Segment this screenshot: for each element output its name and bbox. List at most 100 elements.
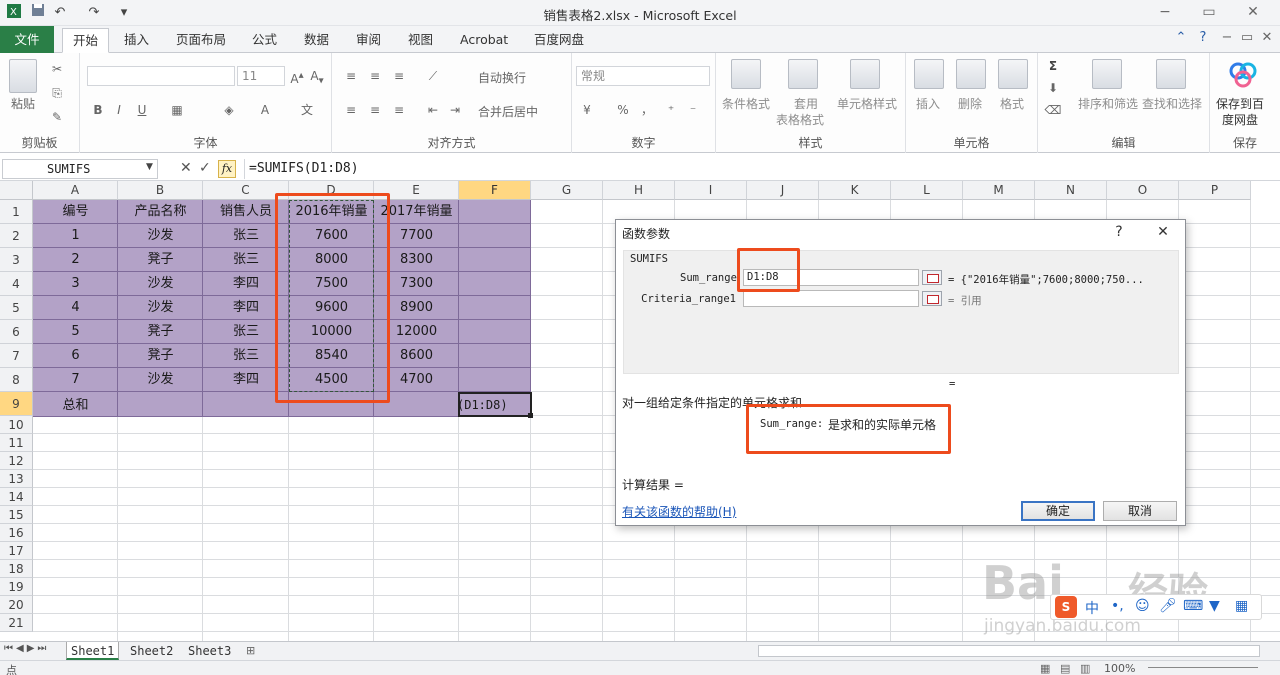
column-header-H[interactable]: H <box>603 181 675 200</box>
row-header-11[interactable]: 11 <box>0 434 33 452</box>
sheet-tab-2[interactable]: Sheet2 <box>126 642 177 660</box>
wrap-text-button[interactable]: 自动换行 <box>478 69 526 86</box>
baidu-pan-icon[interactable] <box>1228 59 1258 92</box>
column-header-I[interactable]: I <box>675 181 747 200</box>
row-header-16[interactable]: 16 <box>0 524 33 542</box>
align-right-icon[interactable]: ≡ <box>390 101 408 119</box>
data-cell[interactable]: 凳子 <box>118 320 203 344</box>
formula-input[interactable]: =SUMIFS(D1:D8) <box>244 159 1274 179</box>
border-icon[interactable]: ▦ <box>168 101 186 119</box>
enter-button[interactable]: ✓ <box>199 160 211 176</box>
comma-button[interactable]: ， <box>638 101 656 119</box>
row-header-7[interactable]: 7 <box>0 344 33 368</box>
format-painter-icon[interactable]: ✎ <box>48 108 66 126</box>
decrease-indent-icon[interactable]: ⇤ <box>424 101 442 119</box>
fill-icon[interactable]: ⬇ <box>1044 79 1062 97</box>
column-header-B[interactable]: B <box>118 181 203 200</box>
column-header-O[interactable]: O <box>1107 181 1179 200</box>
paste-label[interactable]: 粘贴 <box>11 95 35 112</box>
total-label-cell[interactable]: 总和 <box>33 395 118 416</box>
sheet-tab-3[interactable]: Sheet3 <box>184 642 235 660</box>
shrink-font-icon[interactable]: A▾ <box>308 67 326 86</box>
criteria-range-input[interactable] <box>743 290 919 307</box>
tab-home[interactable]: 开始 <box>62 28 110 53</box>
find-select-icon[interactable] <box>1156 59 1186 89</box>
data-cell[interactable]: 1 <box>33 224 118 248</box>
emoji-icon[interactable]: ☺ <box>1135 598 1150 614</box>
insert-cells-label[interactable]: 插入 <box>916 95 940 112</box>
data-cell[interactable]: 4 <box>33 296 118 320</box>
percent-button[interactable]: % <box>614 101 632 119</box>
punct-icon[interactable]: •, <box>1111 598 1124 614</box>
column-header-F[interactable]: F <box>459 181 531 200</box>
font-name-combo[interactable] <box>87 66 235 86</box>
header-cell[interactable]: 编号 <box>33 200 118 224</box>
tab-baidu-pan[interactable]: 百度网盘 <box>524 28 594 53</box>
name-box[interactable]: SUMIFS <box>2 159 158 179</box>
tab-review[interactable]: 审阅 <box>346 28 391 53</box>
cut-icon[interactable]: ✂ <box>48 60 66 78</box>
row-header-12[interactable]: 12 <box>0 452 33 470</box>
row-header-18[interactable]: 18 <box>0 560 33 578</box>
close-button[interactable]: ✕ <box>1240 2 1266 22</box>
bold-button[interactable]: B <box>89 101 107 119</box>
header-cell[interactable]: 产品名称 <box>118 200 203 224</box>
insert-function-button[interactable]: fx <box>218 160 236 178</box>
decrease-decimal-icon[interactable]: ⁻ <box>684 101 702 119</box>
cell-styles-icon[interactable] <box>850 59 880 89</box>
data-cell[interactable]: 5 <box>33 320 118 344</box>
zoom-level[interactable]: 100% <box>1104 662 1135 675</box>
ime-mode[interactable]: 中 <box>1085 598 1099 618</box>
help-icon[interactable]: ? <box>1194 30 1212 45</box>
data-cell[interactable]: 沙发 <box>118 224 203 248</box>
tab-formulas[interactable]: 公式 <box>242 28 287 53</box>
name-box-dropdown-icon[interactable]: ▼ <box>146 162 153 172</box>
format-as-table-icon[interactable] <box>788 59 818 89</box>
row-header-17[interactable]: 17 <box>0 542 33 560</box>
ok-button[interactable]: 确定 <box>1021 501 1095 521</box>
row-header-15[interactable]: 15 <box>0 506 33 524</box>
voice-icon[interactable]: 🎤︎ <box>1159 598 1177 614</box>
insert-sheet-icon[interactable]: ⊞ <box>246 644 255 657</box>
maximize-button[interactable]: ▭ <box>1196 2 1222 22</box>
data-cell[interactable]: 沙发 <box>118 296 203 320</box>
insert-cells-icon[interactable] <box>914 59 944 89</box>
column-header-K[interactable]: K <box>819 181 891 200</box>
tab-file[interactable]: 文件 <box>0 26 54 53</box>
data-cell[interactable]: 2 <box>33 248 118 272</box>
fill-handle[interactable] <box>528 413 533 418</box>
view-page-break-icon[interactable]: ▥ <box>1080 662 1090 675</box>
align-top-icon[interactable]: ≡ <box>342 67 360 85</box>
format-as-table-label1[interactable]: 套用 <box>794 95 818 112</box>
function-help-link[interactable]: 有关该函数的帮助(H) <box>622 503 736 520</box>
align-middle-icon[interactable]: ≡ <box>366 67 384 85</box>
tab-view[interactable]: 视图 <box>398 28 443 53</box>
delete-cells-icon[interactable] <box>956 59 986 89</box>
view-page-layout-icon[interactable]: ▤ <box>1060 662 1070 675</box>
row-header-14[interactable]: 14 <box>0 488 33 506</box>
underline-button[interactable]: U <box>133 101 151 119</box>
data-cell[interactable]: 7 <box>33 368 118 392</box>
tab-acrobat[interactable]: Acrobat <box>450 28 518 53</box>
format-cells-label[interactable]: 格式 <box>1000 95 1024 112</box>
row-header-2[interactable]: 2 <box>0 224 33 248</box>
align-left-icon[interactable]: ≡ <box>342 101 360 119</box>
clear-icon[interactable]: ⌫ <box>1044 101 1062 119</box>
row-header-9[interactable]: 9 <box>0 392 33 416</box>
save-to-pan-label2[interactable]: 度网盘 <box>1222 111 1258 128</box>
sort-filter-label[interactable]: 排序和筛选 <box>1078 95 1138 112</box>
copy-icon[interactable]: ⎘ <box>48 84 66 102</box>
row-header-8[interactable]: 8 <box>0 368 33 392</box>
currency-icon[interactable]: ¥ <box>578 101 596 119</box>
skin-icon[interactable]: ▼ <box>1209 598 1220 614</box>
cell-styles-label[interactable]: 单元格样式 <box>837 95 897 112</box>
column-header-G[interactable]: G <box>531 181 603 200</box>
select-all-corner[interactable] <box>0 181 33 200</box>
row-header-19[interactable]: 19 <box>0 578 33 596</box>
sum-range-collapse-icon[interactable] <box>922 270 942 285</box>
delete-cells-label[interactable]: 删除 <box>958 95 982 112</box>
italic-button[interactable]: I <box>110 101 128 119</box>
dialog-help-button[interactable]: ? <box>1108 222 1130 242</box>
font-color-icon[interactable]: A <box>256 101 274 119</box>
cancel-entry-button[interactable]: ✕ <box>180 160 192 176</box>
